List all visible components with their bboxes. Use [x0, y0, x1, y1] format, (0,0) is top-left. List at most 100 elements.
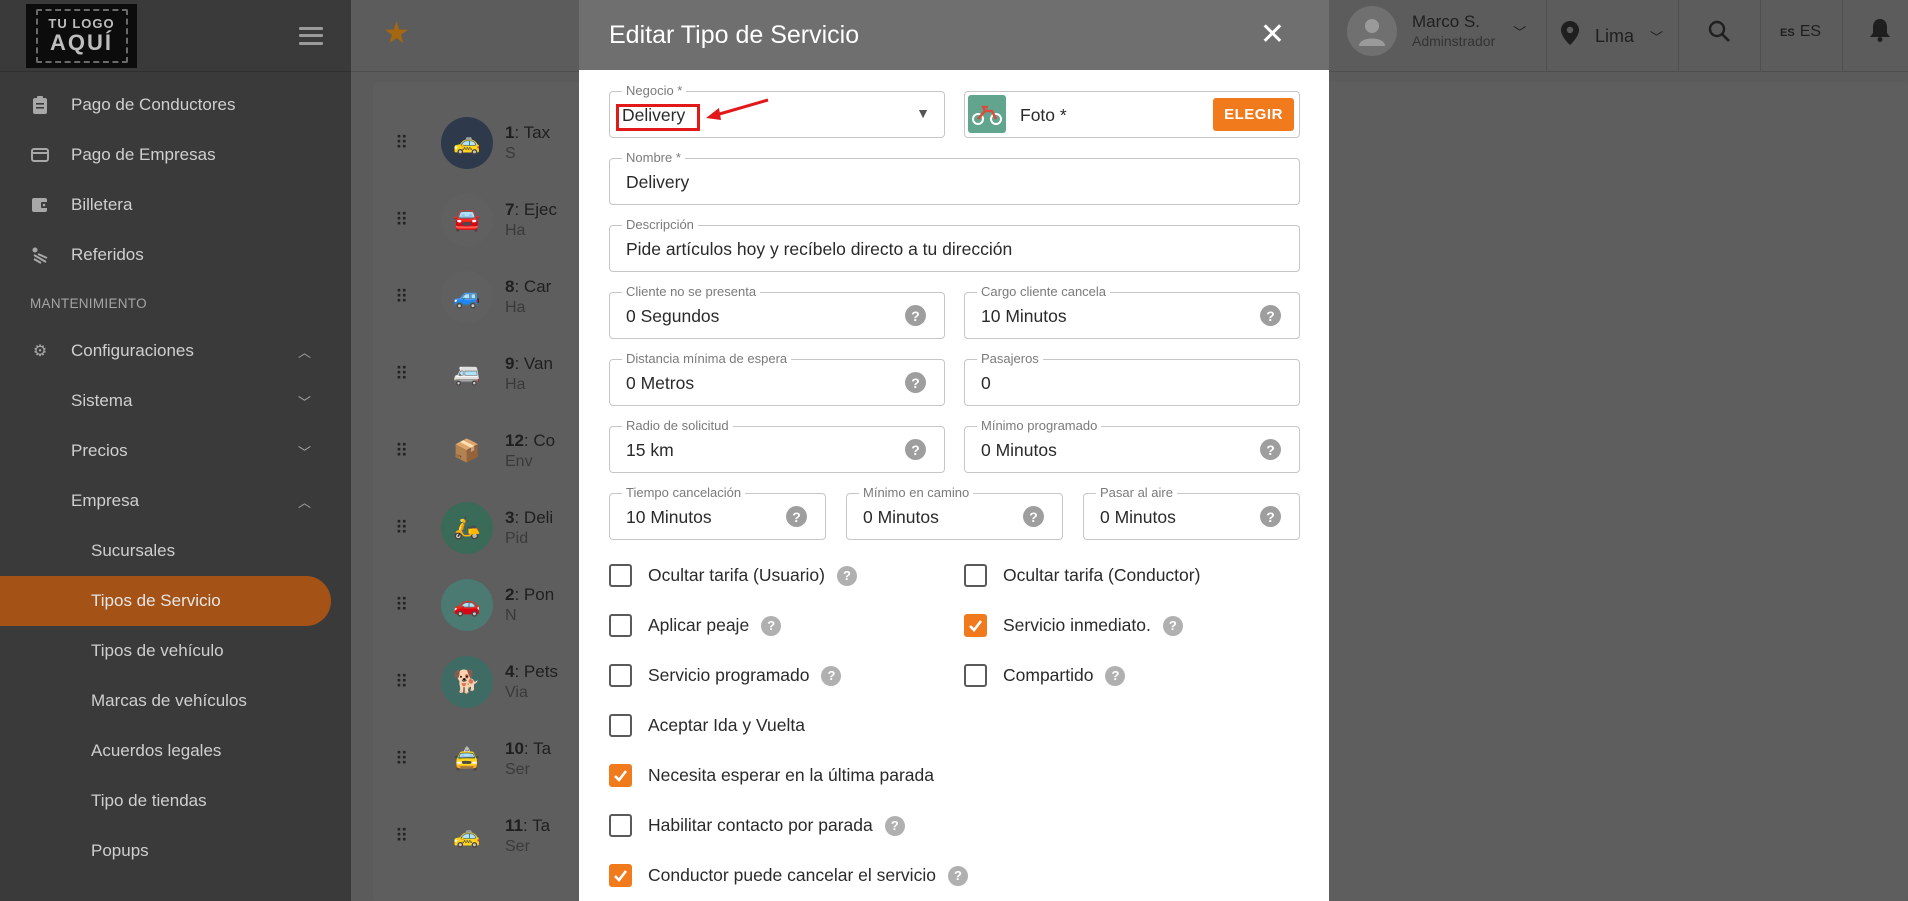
checkbox-contacto-por-parada[interactable]: Habilitar contacto por parada ? — [609, 814, 905, 837]
checkbox-box[interactable] — [609, 814, 632, 837]
list-item[interactable]: ⠿ 🚘 7: Ejec Ha — [395, 190, 557, 250]
checkbox-aplicar-peaje[interactable]: Aplicar peaje ? — [609, 614, 782, 637]
list-item[interactable]: ⠿ 🚖 10: Ta Ser — [395, 729, 551, 789]
distancia-minima-field[interactable]: Distancia mínima de espera 0 Metros ? — [609, 352, 945, 406]
drag-handle-icon[interactable]: ⠿ — [395, 826, 425, 847]
help-icon[interactable]: ? — [837, 565, 857, 586]
field-label: Tiempo cancelación — [622, 486, 746, 500]
drag-handle-icon[interactable]: ⠿ — [395, 518, 425, 539]
menu-toggle-icon[interactable] — [299, 26, 323, 45]
sidebar-item-label: Precios — [71, 441, 128, 460]
list-item[interactable]: ⠿ 🚕 11: Ta Ser — [395, 806, 550, 866]
checkbox-servicio-inmediato[interactable]: Servicio inmediato. ? — [964, 614, 1183, 637]
help-icon[interactable]: ? — [821, 665, 842, 686]
help-icon[interactable]: ? — [786, 506, 807, 527]
language-selector[interactable]: ES ES — [1780, 23, 1821, 41]
list-item[interactable]: ⠿ 🛵 3: Deli Pid — [395, 498, 553, 558]
drag-handle-icon[interactable]: ⠿ — [395, 749, 425, 770]
pasajeros-field[interactable]: Pasajeros 0 — [964, 352, 1300, 406]
user-menu[interactable]: Marco S. Adminstrador ﹀ — [1347, 6, 1526, 56]
search-icon[interactable] — [1707, 19, 1731, 50]
checkbox-box[interactable] — [609, 714, 632, 737]
checkbox-compartido[interactable]: Compartido ? — [964, 664, 1126, 687]
sidebar-item-popups[interactable]: Popups — [0, 826, 351, 876]
checkbox-box[interactable] — [609, 614, 632, 637]
help-icon[interactable]: ? — [1162, 615, 1183, 636]
help-icon[interactable]: ? — [905, 372, 926, 393]
negocio-select[interactable]: Negocio * Delivery ▼ — [609, 84, 945, 138]
radio-solicitud-field[interactable]: Radio de solicitud 15 km ? — [609, 419, 945, 473]
help-icon[interactable]: ? — [1260, 506, 1281, 527]
sidebar-item-empresa[interactable]: Empresa ︿ — [0, 476, 351, 526]
field-value: 0 Segundos — [626, 306, 720, 326]
help-icon[interactable]: ? — [1023, 506, 1044, 527]
help-icon[interactable]: ? — [884, 815, 905, 836]
list-item[interactable]: ⠿ 🐕 4: Pets Via — [395, 652, 558, 712]
checkbox-esperar-ultima-parada[interactable]: Necesita esperar en la última parada — [609, 764, 934, 787]
drag-handle-icon[interactable]: ⠿ — [395, 210, 425, 231]
list-item[interactable]: ⠿ 🚙 8: Car Ha — [395, 267, 551, 327]
checkbox-box[interactable] — [964, 564, 987, 587]
checkbox-ida-vuelta[interactable]: Aceptar Ida y Vuelta — [609, 714, 805, 737]
bell-icon[interactable] — [1869, 18, 1891, 49]
minimo-programado-field[interactable]: Mínimo programado 0 Minutos ? — [964, 419, 1300, 473]
checkbox-box[interactable] — [609, 564, 632, 587]
checkbox-conductor-cancela[interactable]: Conductor puede cancelar el servicio ? — [609, 864, 968, 887]
language-label: ES — [1799, 23, 1822, 40]
checkbox-box[interactable] — [964, 614, 987, 637]
drag-handle-icon[interactable]: ⠿ — [395, 441, 425, 462]
sidebar-item-tipos-servicio[interactable]: Tipos de Servicio — [0, 576, 331, 626]
list-item[interactable]: ⠿ 🚕 1: Tax S — [395, 113, 550, 173]
sidebar-item-acuerdos-legales[interactable]: Acuerdos legales — [0, 726, 351, 776]
drag-handle-icon[interactable]: ⠿ — [395, 672, 425, 693]
checkbox-ocultar-tarifa-conductor[interactable]: Ocultar tarifa (Conductor) — [964, 564, 1200, 587]
checkbox-ocultar-tarifa-usuario[interactable]: Ocultar tarifa (Usuario) ? — [609, 564, 857, 587]
nombre-field[interactable]: Nombre * Delivery — [609, 151, 1300, 205]
checkbox-box[interactable] — [964, 664, 987, 687]
service-image: 🚖 — [441, 733, 493, 785]
sidebar-item-marcas-vehiculos[interactable]: Marcas de vehículos — [0, 676, 351, 726]
sidebar-item-sucursales[interactable]: Sucursales — [0, 526, 351, 576]
sidebar-item-billetera[interactable]: Billetera — [0, 180, 351, 230]
sidebar-item-precios[interactable]: Precios ﹀ — [0, 426, 351, 476]
sidebar-item-tipo-tiendas[interactable]: Tipo de tiendas — [0, 776, 351, 826]
company-logo[interactable]: TU LOGO AQUÍ — [26, 3, 137, 68]
sidebar-item-pago-empresas[interactable]: Pago de Empresas — [0, 130, 351, 180]
checkbox-box[interactable] — [609, 664, 632, 687]
list-item[interactable]: ⠿ 📦 12: Co Env — [395, 421, 555, 481]
help-icon[interactable]: ? — [905, 305, 926, 326]
descripcion-field[interactable]: Descripción Pide artículos hoy y recíbel… — [609, 218, 1300, 272]
drag-handle-icon[interactable]: ⠿ — [395, 364, 425, 385]
list-item[interactable]: ⠿ 🚐 9: Van Ha — [395, 344, 553, 404]
checkbox-box[interactable] — [609, 864, 632, 887]
drag-handle-icon[interactable]: ⠿ — [395, 595, 425, 616]
field-label: Descripción — [622, 218, 698, 232]
sidebar-nav: Pago de Conductores Pago de Empresas Bil… — [0, 72, 351, 876]
cliente-no-presenta-field[interactable]: Cliente no se presenta 0 Segundos ? — [609, 285, 945, 339]
help-icon[interactable]: ? — [1260, 439, 1281, 460]
list-item[interactable]: ⠿ 🚗 2: Pon N — [395, 575, 554, 635]
sidebar-item-configuraciones[interactable]: ⚙ Configuraciones ︿ — [0, 326, 351, 376]
help-icon[interactable]: ? — [1105, 665, 1126, 686]
sidebar-item-tipos-vehiculo[interactable]: Tipos de vehículo — [0, 626, 351, 676]
star-icon[interactable]: ★ — [383, 16, 410, 51]
drag-handle-icon[interactable]: ⠿ — [395, 133, 425, 154]
chevron-down-icon: ﹀ — [297, 444, 311, 460]
choose-photo-button[interactable]: ELEGIR — [1213, 98, 1294, 131]
cargo-cliente-cancela-field[interactable]: Cargo cliente cancela 10 Minutos ? — [964, 285, 1300, 339]
help-icon[interactable]: ? — [947, 865, 968, 886]
pasar-al-aire-field[interactable]: Pasar al aire 0 Minutos ? — [1083, 486, 1300, 540]
sidebar-item-sistema[interactable]: Sistema ﹀ — [0, 376, 351, 426]
tiempo-cancelacion-field[interactable]: Tiempo cancelación 10 Minutos ? — [609, 486, 826, 540]
city-selector[interactable]: Lima ﹀ — [1561, 21, 1663, 51]
minimo-en-camino-field[interactable]: Mínimo en camino 0 Minutos ? — [846, 486, 1063, 540]
help-icon[interactable]: ? — [905, 439, 926, 460]
help-icon[interactable]: ? — [761, 615, 782, 636]
checkbox-servicio-programado[interactable]: Servicio programado ? — [609, 664, 842, 687]
help-icon[interactable]: ? — [1260, 305, 1281, 326]
sidebar-item-referidos[interactable]: Referidos — [0, 230, 351, 280]
sidebar-item-pago-conductores[interactable]: Pago de Conductores — [0, 80, 351, 130]
drag-handle-icon[interactable]: ⠿ — [395, 287, 425, 308]
close-icon[interactable]: ✕ — [1260, 20, 1285, 50]
checkbox-box[interactable] — [609, 764, 632, 787]
